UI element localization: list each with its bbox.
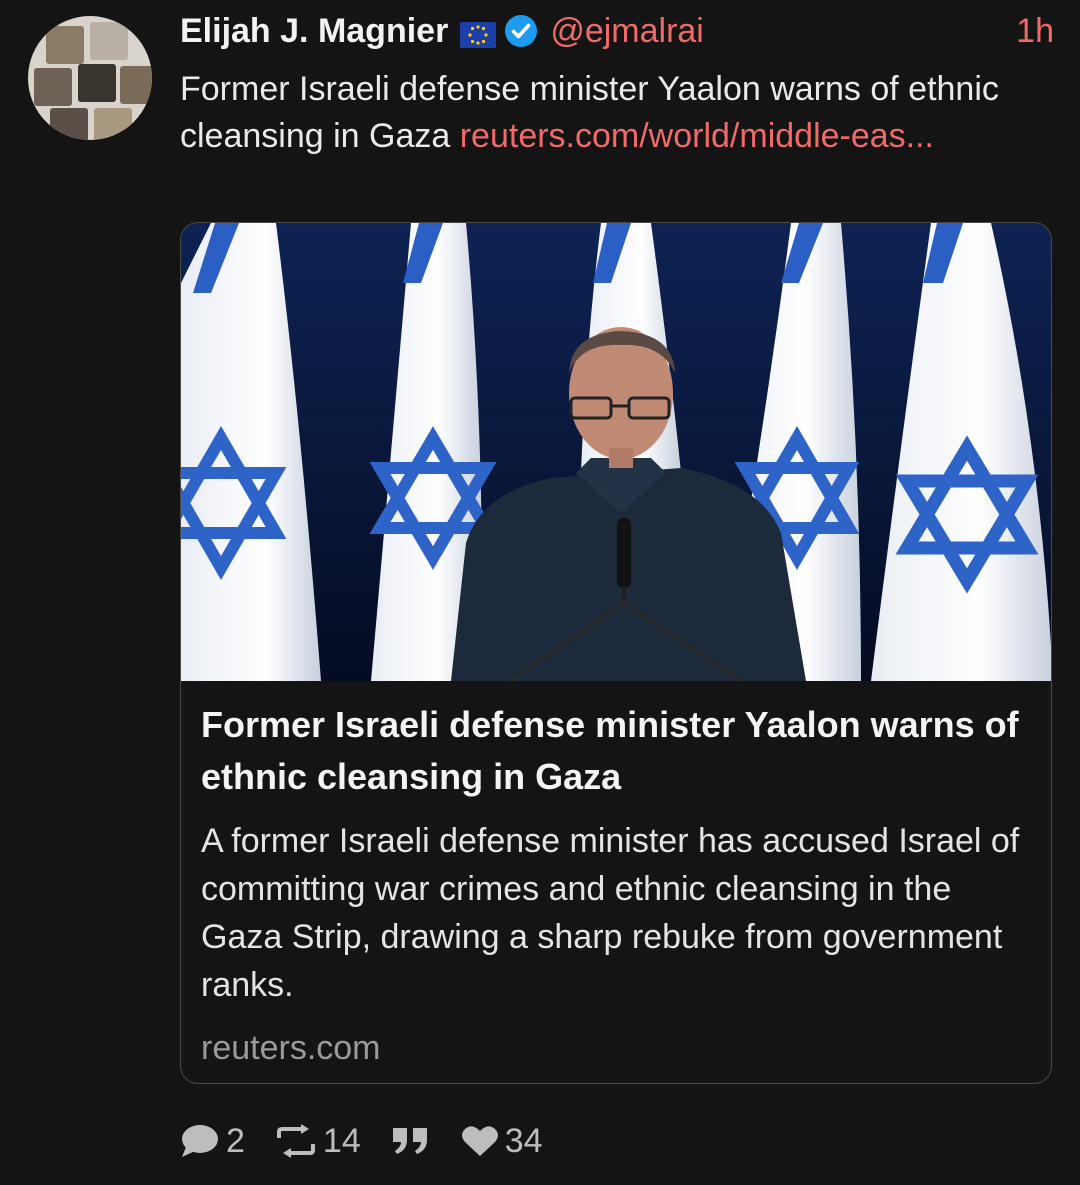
post-text: Former Israeli defense minister Yaalon w… [180, 66, 1040, 160]
reply-count: 2 [226, 1121, 245, 1160]
link-preview-card[interactable]: Former Israeli defense minister Yaalon w… [180, 222, 1052, 1084]
post-timestamp[interactable]: 1h [1016, 12, 1054, 51]
comment-icon [180, 1123, 220, 1159]
card-body: Former Israeli defense minister Yaalon w… [201, 699, 1031, 1068]
card-title[interactable]: Former Israeli defense minister Yaalon w… [201, 699, 1031, 803]
quote-icon [391, 1126, 431, 1156]
author-display-name[interactable]: Elijah J. Magnier [180, 12, 448, 51]
card-image[interactable] [181, 223, 1051, 681]
repost-button[interactable]: 14 [275, 1122, 361, 1161]
heart-icon [461, 1124, 499, 1158]
post-header: Elijah J. Magnier @ejmalrai 1h [180, 8, 1054, 54]
card-domain: reuters.com [201, 1029, 381, 1067]
author-handle[interactable]: @ejmalrai [550, 12, 704, 51]
repost-icon [275, 1124, 317, 1158]
quote-button[interactable] [391, 1126, 431, 1156]
avatar[interactable] [28, 16, 152, 140]
eu-flag-icon [460, 18, 497, 48]
post-actions: 2 14 34 [180, 1118, 573, 1164]
verified-badge-icon [504, 14, 538, 48]
reply-button[interactable]: 2 [180, 1122, 245, 1161]
like-button[interactable]: 34 [461, 1122, 543, 1161]
post-link[interactable]: reuters.com/world/middle-eas... [460, 117, 934, 155]
repost-count: 14 [322, 1121, 361, 1160]
like-count: 34 [504, 1121, 543, 1160]
card-description: A former Israeli defense minister has ac… [201, 822, 1020, 1004]
post: Elijah J. Magnier @ejmalrai 1h Former Is… [0, 0, 1080, 1185]
